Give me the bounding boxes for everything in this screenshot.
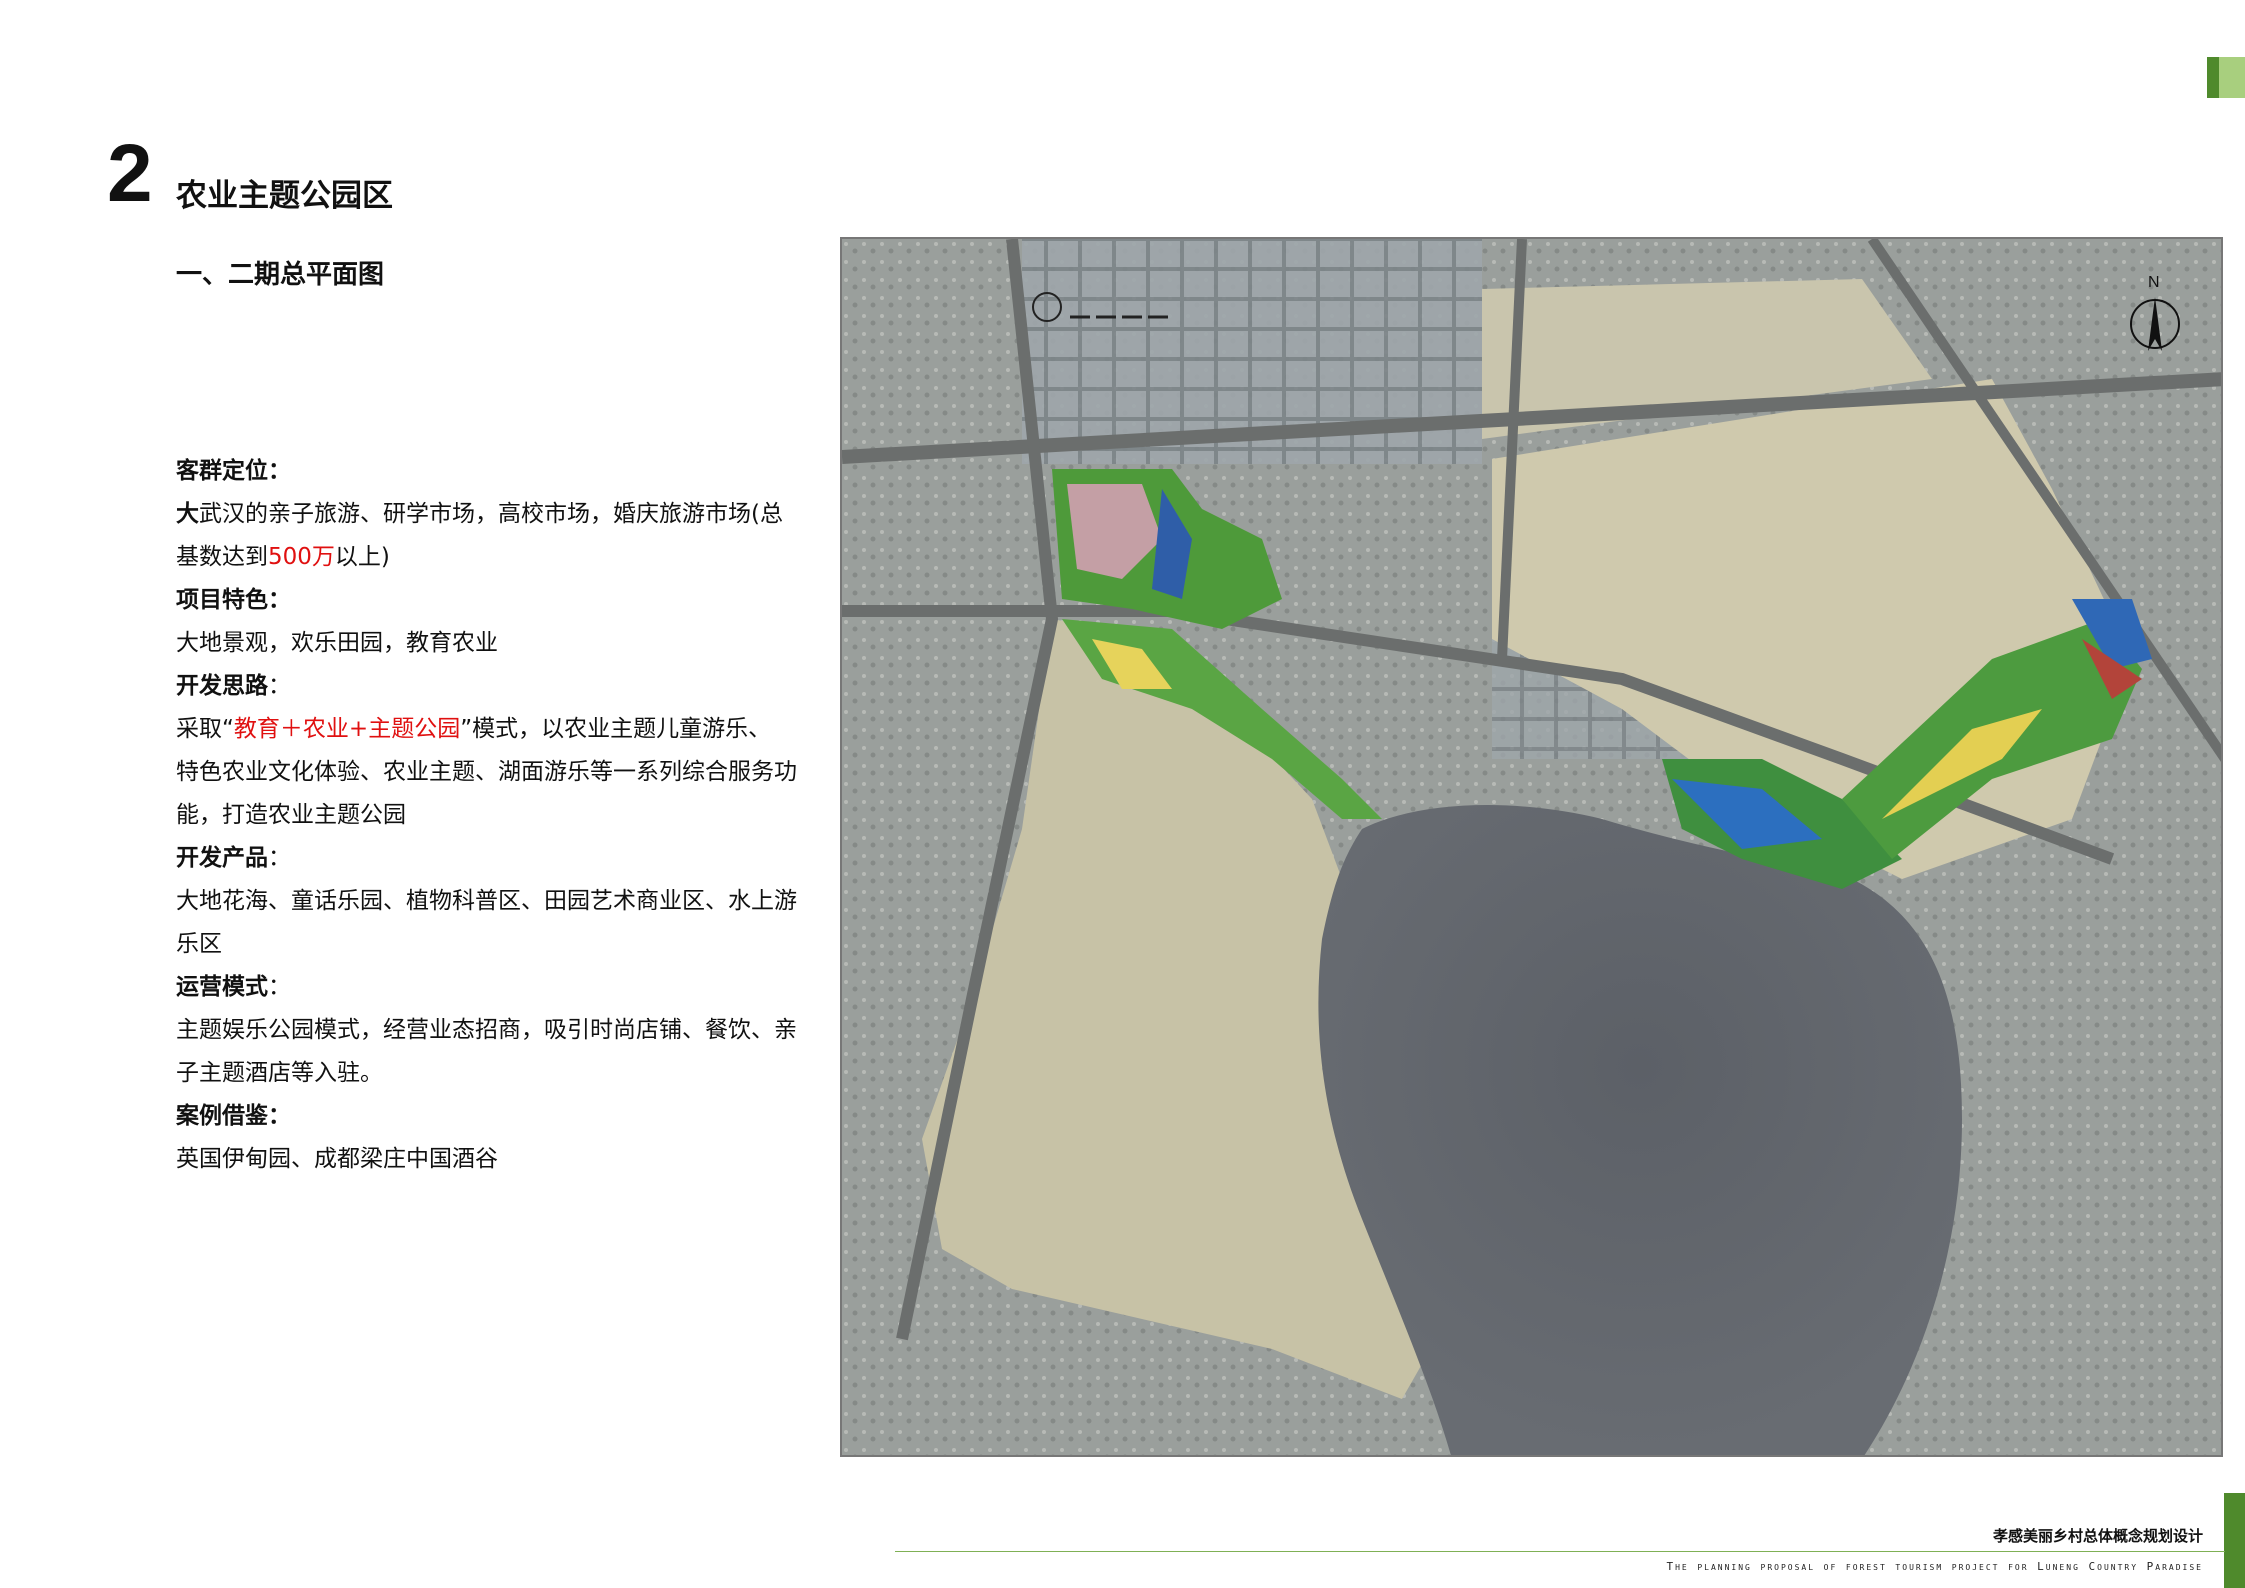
customer-line-2-post: 以上) (334, 544, 390, 570)
customer-line-2-highlight: 500万 (268, 544, 335, 570)
top-right-accent-bar-light (2219, 57, 2245, 98)
idea-line-3: 能，打造农业主题公园 (176, 802, 406, 828)
customer-line-2-pre: 基数达到 (176, 544, 268, 570)
footer-project-title-en: The planning proposal of forest tourism … (1666, 1560, 2203, 1573)
customer-heading: 客群定位： (176, 458, 291, 484)
feature-text: 大地景观，欢乐田园，教育农业 (176, 630, 498, 656)
idea-line-2: 特色农业文化体验、农业主题、湖面游乐等一系列综合服务功 (176, 759, 797, 785)
ops-line-1: 主题娱乐公园模式，经营业态招商，吸引时尚店铺、餐饮、亲 (176, 1017, 797, 1043)
footer-divider (895, 1551, 2225, 1552)
product-heading-line: 开发产品： (176, 837, 836, 880)
customer-line-1: 大武汉的亲子旅游、研学市场，高校市场，婚庆旅游市场(总 (176, 493, 836, 536)
ops-heading-line: 运营模式： (176, 966, 836, 1009)
case-text: 英国伊甸园、成都梁庄中国酒谷 (176, 1146, 498, 1172)
customer-bold-char: 大 (176, 501, 199, 527)
idea-line-1-pre: 采取“ (176, 716, 234, 742)
map-illustration: N (842, 239, 2221, 1455)
case-heading: 案例借鉴： (176, 1103, 291, 1129)
ops-heading: 运营模式 (176, 974, 268, 1000)
ops-line-2: 子主题酒店等入驻。 (176, 1060, 383, 1086)
idea-line-1: 采取“教育＋农业+主题公园”模式，以农业主题儿童游乐、 (176, 708, 836, 751)
top-right-accent-bar (2207, 57, 2219, 98)
idea-colon: ： (268, 673, 291, 699)
bottom-right-accent-bar (2224, 1493, 2245, 1588)
customer-line-1-text: 武汉的亲子旅游、研学市场，高校市场，婚庆旅游市场(总 (199, 501, 783, 527)
customer-line-2: 基数达到500万以上) (176, 536, 836, 579)
footer-project-title: 孝感美丽乡村总体概念规划设计 (1992, 1527, 2203, 1545)
north-label: N (2148, 274, 2160, 291)
master-plan-map: N (840, 237, 2223, 1457)
section-subtitle: 一、二期总平面图 (176, 260, 385, 290)
product-colon: ： (268, 845, 291, 871)
idea-heading: 开发思路 (176, 673, 268, 699)
description-block: 客群定位： 大武汉的亲子旅游、研学市场，高校市场，婚庆旅游市场(总 基数达到50… (176, 450, 836, 1181)
product-line-1: 大地花海、童话乐园、植物科普区、田园艺术商业区、水上游 (176, 888, 797, 914)
product-heading: 开发产品 (176, 845, 268, 871)
section-number: 2 (107, 128, 153, 219)
feature-heading: 项目特色： (176, 587, 291, 613)
idea-line-1-post: ”模式，以农业主题儿童游乐、 (460, 716, 772, 742)
section-title: 农业主题公园区 (176, 178, 393, 214)
idea-line-1-highlight: 教育＋农业+主题公园 (233, 716, 461, 742)
ops-colon: ： (268, 974, 291, 1000)
idea-heading-line: 开发思路： (176, 665, 836, 708)
product-line-2: 乐区 (176, 931, 222, 957)
